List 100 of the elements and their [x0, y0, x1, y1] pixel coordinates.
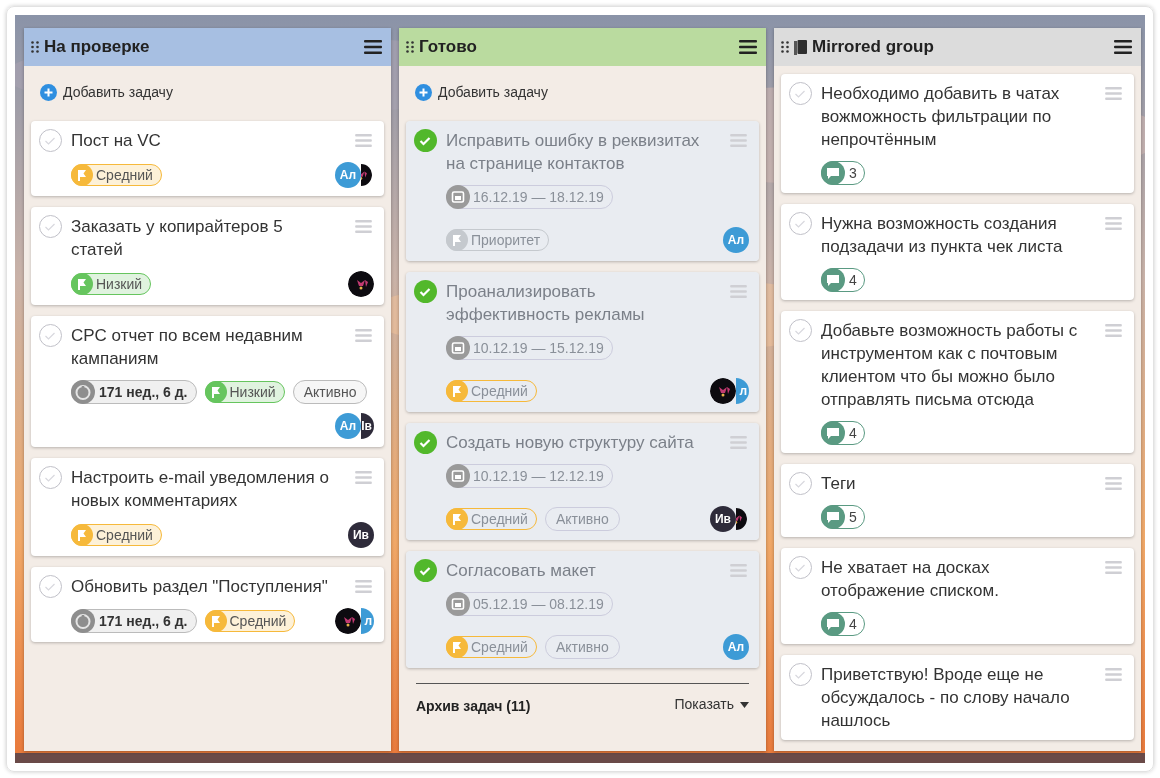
- complete-checkbox[interactable]: [414, 129, 437, 152]
- timer-tag[interactable]: 171 нед., 6 д.: [71, 380, 197, 404]
- drag-handle-icon[interactable]: [31, 41, 39, 53]
- task-card[interactable]: Обновить раздел "Поступления" 171 нед., 6 д. Средний л: [31, 567, 384, 642]
- calendar-icon: [446, 592, 470, 616]
- calendar-icon: [446, 336, 470, 360]
- task-title: Создать новую структуру сайта: [446, 432, 695, 454]
- task-title: Обновить раздел "Поступления": [71, 576, 329, 598]
- task-title: Согласовать макет: [446, 560, 597, 582]
- task-card[interactable]: Теги 5: [781, 464, 1134, 537]
- task-title: Пост на VC: [71, 130, 162, 152]
- avatar[interactable]: [361, 162, 374, 188]
- speech-bubble-icon: [821, 612, 845, 636]
- task-title: Исправить ошибку в реквизитах на странице контактов: [446, 130, 701, 175]
- task-title: Заказать у копирайтеров 5 статей: [71, 216, 284, 261]
- priority-tag[interactable]: Средний: [71, 524, 162, 546]
- complete-checkbox[interactable]: [789, 472, 812, 495]
- speech-bubble-icon: [821, 421, 845, 445]
- task-card[interactable]: Не хватает на досках отображение списком. 4: [781, 548, 1134, 644]
- card-menu-icon[interactable]: [730, 134, 747, 147]
- complete-checkbox[interactable]: [789, 82, 812, 105]
- priority-tag[interactable]: Низкий: [71, 273, 152, 295]
- menu-icon[interactable]: [739, 40, 757, 54]
- avatar[interactable]: Iв: [361, 413, 374, 439]
- drag-handle-icon[interactable]: [781, 41, 789, 53]
- column-title: Mirrored group: [812, 36, 935, 59]
- card-menu-icon[interactable]: [1105, 561, 1122, 574]
- calendar-icon: [446, 185, 470, 209]
- priority-tag[interactable]: Низкий: [204, 381, 285, 403]
- complete-checkbox[interactable]: [414, 280, 437, 303]
- task-title: Не хватает на досках отображение списком.: [821, 557, 1000, 602]
- task-title: Настроить e-mail уведомления о новых комментариях: [71, 467, 330, 512]
- timer-icon: [71, 380, 95, 404]
- status-tag[interactable]: Активно: [292, 380, 368, 404]
- complete-checkbox[interactable]: [789, 663, 812, 686]
- card-menu-icon[interactable]: [355, 580, 372, 593]
- task-title: CPC отчет по всем недавним кампаниям: [71, 325, 304, 370]
- card-menu-icon[interactable]: [355, 329, 372, 342]
- card-menu-icon[interactable]: [730, 285, 747, 298]
- archive-label: Архив задач (11): [416, 697, 531, 716]
- drag-handle-icon[interactable]: [406, 41, 414, 53]
- card-menu-icon[interactable]: [1105, 217, 1122, 230]
- card-menu-icon[interactable]: [355, 220, 372, 233]
- avatar[interactable]: Ив: [710, 506, 736, 532]
- plus-icon: [415, 83, 432, 101]
- avatar[interactable]: Ив: [348, 522, 374, 548]
- priority-tag[interactable]: Средний: [204, 610, 296, 632]
- avatar[interactable]: [736, 506, 749, 532]
- complete-checkbox[interactable]: [39, 324, 62, 347]
- task-title: Нужна возможность создания подзадачи из пункта чек листа: [821, 213, 1064, 258]
- add-task-button[interactable]: Добавить задачу: [406, 74, 548, 110]
- card-menu-icon[interactable]: [730, 436, 747, 449]
- task-card[interactable]: Нужна возможность создания подзадачи из пункта чек листа 4: [781, 204, 1134, 300]
- task-card[interactable]: Добавьте возможность работы с инструментом как с почтовым клиентом что бы можно было отправлять письма отсюда 4: [781, 311, 1134, 453]
- complete-checkbox[interactable]: [789, 212, 812, 235]
- complete-checkbox[interactable]: [414, 431, 437, 454]
- avatar[interactable]: [335, 608, 361, 634]
- complete-checkbox[interactable]: [414, 559, 437, 582]
- complete-checkbox[interactable]: [789, 319, 812, 342]
- complete-checkbox[interactable]: [39, 466, 62, 489]
- speech-bubble-icon: [821, 161, 845, 185]
- task-title: Необходимо добавить в чатах вожможность фильтрации по непрочтённым: [821, 83, 1061, 151]
- avatar[interactable]: [348, 271, 374, 297]
- task-card[interactable]: Приветствую! Вроде еще не обсуждалось - по слову начало нашлось: [781, 655, 1134, 740]
- column-title: Готово: [419, 36, 478, 59]
- timer-icon: [71, 609, 95, 633]
- menu-icon[interactable]: [1114, 40, 1132, 54]
- menu-icon[interactable]: [364, 40, 382, 54]
- card-menu-icon[interactable]: [355, 134, 372, 147]
- card-menu-icon[interactable]: [1105, 324, 1122, 337]
- column-title: На проверке: [44, 36, 151, 59]
- task-card[interactable]: Заказать у копирайтеров 5 статей Низкий: [31, 207, 384, 305]
- task-title: Проанализировать эффективность рекламы: [446, 281, 646, 326]
- task-title: Теги: [821, 473, 857, 495]
- caret-icon: [740, 701, 749, 708]
- priority-tag[interactable]: Средний: [71, 164, 162, 186]
- task-card[interactable]: Необходимо добавить в чатах вожможность фильтрации по непрочтённым 3: [781, 74, 1134, 193]
- avatar[interactable]: [710, 378, 736, 404]
- task-card[interactable]: Пост на VC Средний Ал: [31, 121, 384, 196]
- task-title: Добавьте возможность работы с инструментом как с почтовым клиентом что бы можно было отправлять письма отсюда: [821, 320, 1079, 411]
- complete-checkbox[interactable]: [39, 129, 62, 152]
- card-menu-icon[interactable]: [730, 564, 747, 577]
- task-card[interactable]: Создать новую структуру сайта 10.12.19 — 12.12.19 Средний Активно Ив: [406, 423, 759, 540]
- card-menu-icon[interactable]: [1105, 668, 1122, 681]
- speech-bubble-icon: [821, 268, 845, 292]
- card-menu-icon[interactable]: [1105, 87, 1122, 100]
- show-archive-button[interactable]: Показать: [674, 694, 749, 715]
- plus-icon: [40, 83, 57, 101]
- complete-checkbox[interactable]: [39, 215, 62, 238]
- complete-checkbox[interactable]: [789, 556, 812, 579]
- card-menu-icon[interactable]: [355, 471, 372, 484]
- timer-tag[interactable]: 171 нед., 6 д.: [71, 609, 197, 633]
- task-title: Приветствую! Вроде еще не обсуждалось - по слову начало нашлось: [821, 664, 1071, 732]
- task-card[interactable]: Настроить e-mail уведомления о новых комментариях Средний Ив: [31, 458, 384, 556]
- card-menu-icon[interactable]: [1105, 477, 1122, 490]
- calendar-icon: [446, 464, 470, 488]
- speech-bubble-icon: [821, 505, 845, 529]
- add-task-button[interactable]: Добавить задачу: [31, 74, 173, 110]
- task-card[interactable]: CPC отчет по всем недавним кампаниям 171 нед., 6 д. Низкий Активно Ал Iв: [31, 316, 384, 447]
- complete-checkbox[interactable]: [39, 575, 62, 598]
